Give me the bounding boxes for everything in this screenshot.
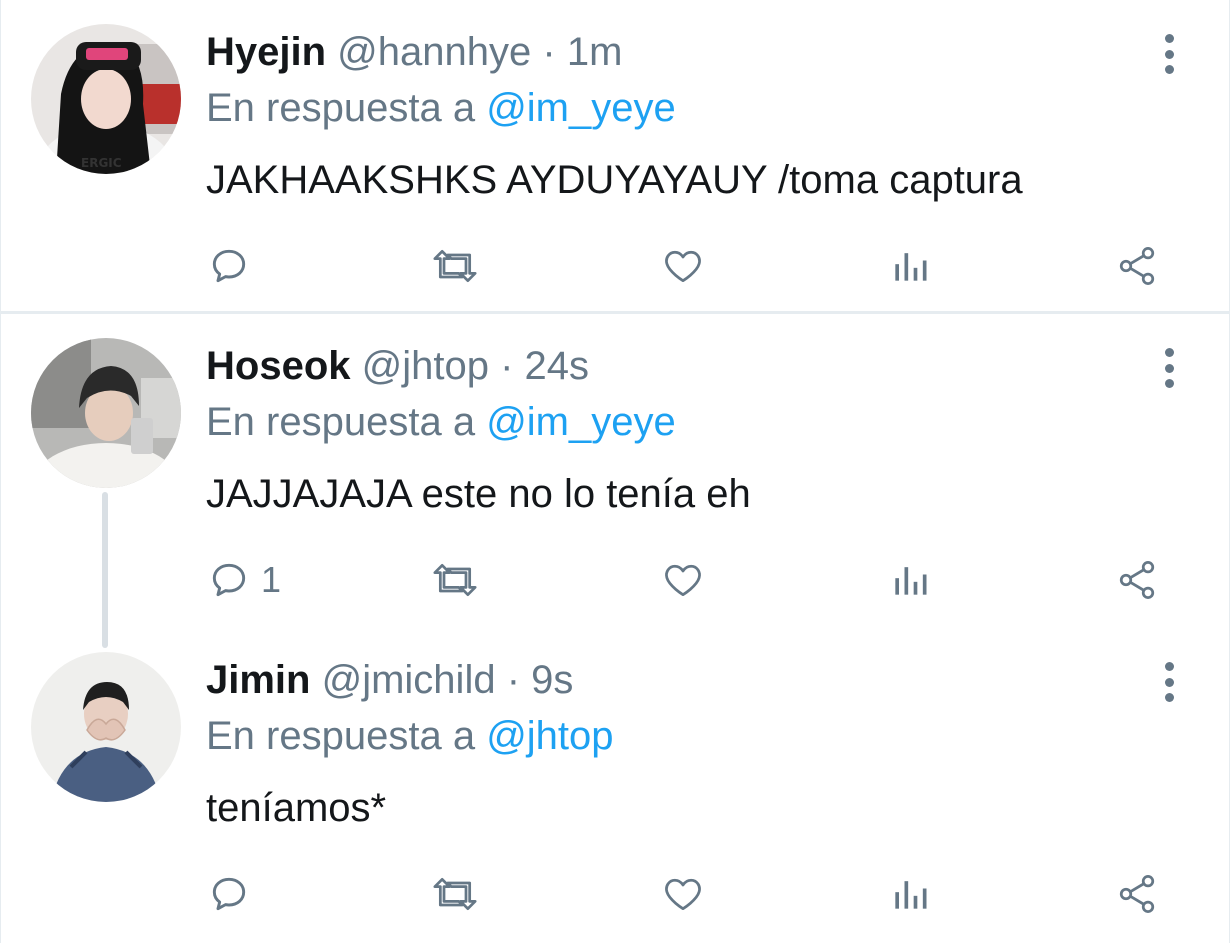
avatar[interactable] — [31, 652, 181, 802]
retweet-button[interactable] — [429, 238, 481, 294]
display-name[interactable]: Hyejin — [206, 30, 326, 74]
like-button[interactable] — [660, 552, 706, 608]
stats-button[interactable] — [888, 866, 932, 922]
stats-icon — [895, 253, 927, 281]
reply-button[interactable] — [207, 866, 261, 922]
share-button[interactable] — [1114, 238, 1160, 294]
more-vertical-icon[interactable] — [1151, 660, 1187, 704]
tweet-feed: ERGIC Hyejin @hannhye · 1m En respuesta … — [0, 0, 1230, 943]
reply-context: En respuesta a @im_yeye — [206, 84, 676, 132]
retweet-icon — [433, 249, 477, 283]
separator-dot: · — [500, 344, 514, 388]
avatar-photo-icon — [31, 652, 181, 802]
tweet-header: Jimin @jmichild · 9s — [206, 656, 573, 704]
share-icon — [1119, 561, 1155, 599]
reply-icon — [212, 563, 246, 597]
retweet-button[interactable] — [429, 866, 481, 922]
reply-context: En respuesta a @jhtop — [206, 712, 614, 760]
avatar[interactable] — [31, 338, 181, 488]
tweet-text: JAJJAJAJA este no lo tenía eh — [206, 472, 751, 516]
reply-count: 1 — [261, 559, 282, 600]
timestamp[interactable]: 24s — [525, 344, 590, 388]
user-handle[interactable]: @hannhye — [337, 30, 531, 74]
reply-mention-link[interactable]: @im_yeye — [486, 400, 676, 444]
tweet-text: teníamos* — [206, 786, 387, 830]
tweet[interactable]: Hoseok @jhtop · 24s En respuesta a @im_y… — [1, 314, 1230, 632]
tweet-header: Hoseok @jhtop · 24s — [206, 342, 589, 390]
action-bar — [1, 866, 1230, 922]
stats-icon — [895, 881, 927, 909]
reply-mention-link[interactable]: @im_yeye — [486, 86, 676, 130]
avatar-photo-icon — [31, 338, 181, 488]
stats-button[interactable] — [888, 238, 932, 294]
display-name[interactable]: Jimin — [206, 658, 310, 702]
user-handle[interactable]: @jhtop — [362, 344, 489, 388]
user-handle[interactable]: @jmichild — [322, 658, 496, 702]
share-button[interactable] — [1114, 552, 1160, 608]
tweet[interactable]: Jimin @jmichild · 9s En respuesta a @jht… — [1, 632, 1230, 943]
reply-icon — [212, 877, 246, 911]
display-name[interactable]: Hoseok — [206, 344, 351, 388]
tweet-text: JAKHAAKSHKS AYDUYAYAUY /toma captura — [206, 158, 1023, 202]
share-icon — [1119, 875, 1155, 913]
share-button[interactable] — [1114, 866, 1160, 922]
reply-button[interactable]: 1 — [207, 552, 281, 608]
action-bar — [1, 238, 1230, 294]
reply-button[interactable] — [207, 238, 261, 294]
more-vertical-icon[interactable] — [1151, 346, 1187, 390]
reply-prefix: En respuesta a — [206, 714, 476, 758]
reply-icon — [212, 249, 246, 283]
avatar-photo-icon: ERGIC — [31, 24, 181, 174]
separator-dot: · — [506, 658, 521, 702]
retweet-button[interactable] — [429, 552, 481, 608]
timestamp[interactable]: 1m — [567, 30, 623, 74]
retweet-icon — [433, 877, 477, 911]
reply-context: En respuesta a @im_yeye — [206, 398, 676, 446]
share-icon — [1119, 247, 1155, 285]
avatar-caption: ERGIC — [81, 156, 122, 170]
more-vertical-icon[interactable] — [1151, 32, 1187, 76]
heart-icon — [665, 564, 701, 597]
reply-prefix: En respuesta a — [206, 86, 476, 130]
like-button[interactable] — [660, 866, 706, 922]
separator-dot: · — [542, 30, 556, 74]
like-button[interactable] — [660, 238, 706, 294]
tweet-header: Hyejin @hannhye · 1m — [206, 28, 622, 76]
heart-icon — [665, 250, 701, 283]
avatar[interactable]: ERGIC — [31, 24, 181, 174]
timestamp[interactable]: 9s — [531, 658, 573, 702]
thread-connector — [102, 492, 108, 648]
reply-mention-link[interactable]: @jhtop — [486, 714, 613, 758]
tweet[interactable]: ERGIC Hyejin @hannhye · 1m En respuesta … — [1, 0, 1230, 312]
heart-icon — [665, 878, 701, 911]
stats-icon — [895, 567, 927, 595]
retweet-icon — [433, 563, 477, 597]
stats-button[interactable] — [888, 552, 932, 608]
action-bar: 1 — [1, 552, 1230, 608]
reply-prefix: En respuesta a — [206, 400, 476, 444]
